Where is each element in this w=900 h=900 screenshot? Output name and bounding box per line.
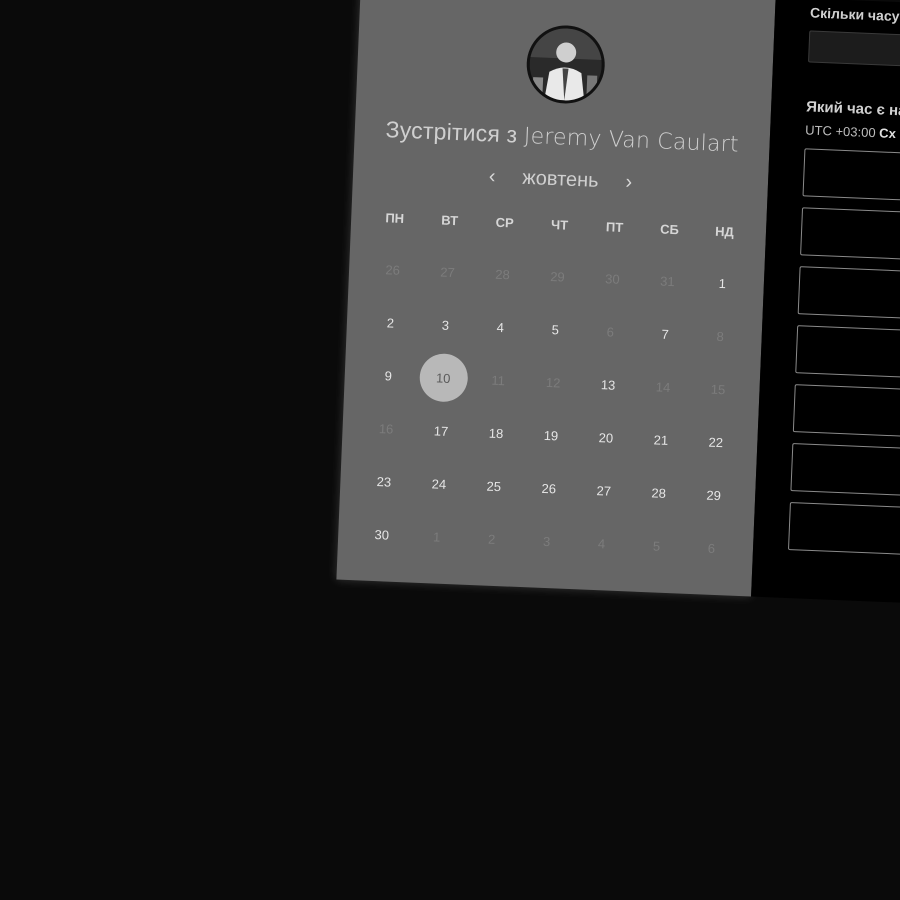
weekday-label: СР xyxy=(495,214,515,231)
time-question: Який час є на xyxy=(805,98,900,120)
calendar-day-number: 1 xyxy=(432,528,441,545)
calendar-day: 5 xyxy=(627,534,684,589)
calendar-day-number: 7 xyxy=(661,326,670,342)
calendar-day-number: 3 xyxy=(441,317,450,333)
weekday-label: СБ xyxy=(659,221,680,238)
timezone-offset: UTC +03:00 xyxy=(804,122,876,141)
time-slot-button[interactable] xyxy=(797,266,900,323)
calendar-day-number: 27 xyxy=(596,482,612,499)
weekday-label: НД xyxy=(714,223,735,240)
calendar-day-number: 30 xyxy=(374,526,390,543)
calendar-day-number: 15 xyxy=(710,381,726,397)
calendar-day-number: 22 xyxy=(708,434,724,450)
calendar-day-number: 13 xyxy=(600,376,616,393)
host-name: Jeremy Van Caulart xyxy=(523,123,740,158)
time-slot-button[interactable] xyxy=(787,502,900,559)
weekday-header: ПН ВТ СР ЧТ ПТ СБ НД xyxy=(367,209,752,240)
time-slot-button[interactable] xyxy=(795,325,900,382)
calendar-day-number: 27 xyxy=(440,264,456,280)
calendar-day-number: 2 xyxy=(487,531,496,547)
month-navigation: ‹ жовтень › xyxy=(353,160,769,200)
avatar-photo-icon xyxy=(528,27,604,102)
calendar-day[interactable]: 30 xyxy=(353,523,410,578)
calendar-day-number: 12 xyxy=(545,374,561,391)
calendar-day: 2 xyxy=(462,528,519,583)
time-slot-list xyxy=(787,148,900,569)
calendar-day-number: 10 xyxy=(418,352,469,403)
calendar-day: 1 xyxy=(408,525,465,580)
calendar-day-number: 29 xyxy=(549,268,566,285)
calendar-day-number: 8 xyxy=(716,328,725,344)
calendar-day-number: 16 xyxy=(378,420,394,437)
calendar-day-number: 26 xyxy=(541,480,557,496)
calendar-day-number: 29 xyxy=(706,487,722,503)
calendar-day: 4 xyxy=(572,532,629,587)
calendar-day-number: 18 xyxy=(488,425,504,441)
calendar-day-number: 25 xyxy=(486,478,502,494)
booking-widget: Зустрітися з Jeremy Van Caulart ‹ жовтен… xyxy=(336,0,900,608)
calendar-day-number: 24 xyxy=(431,475,447,492)
calendar-card: Зустрітися з Jeremy Van Caulart ‹ жовтен… xyxy=(336,0,776,597)
calendar-day-number: 14 xyxy=(655,378,671,395)
calendar-day-number: 9 xyxy=(384,367,393,384)
weekday-label: ПН xyxy=(385,210,405,226)
calendar-day-number: 23 xyxy=(376,473,392,490)
calendar-day-number: 30 xyxy=(604,270,621,287)
page: Зустрітися з Jeremy Van Caulart ‹ жовтен… xyxy=(0,0,900,900)
duration-select[interactable] xyxy=(807,30,900,71)
booking-form: Скільки часу Який час є на UTC +03:00 Сх xyxy=(751,0,900,608)
timezone-name: Сх xyxy=(878,125,897,142)
month-label: жовтень xyxy=(521,166,600,192)
title-prefix: Зустрітися з xyxy=(385,116,518,148)
calendar-day-number: 21 xyxy=(653,431,669,448)
calendar-day-number: 1 xyxy=(718,275,727,291)
calendar-day-number: 19 xyxy=(543,427,559,443)
duration-question: Скільки часу xyxy=(809,4,900,25)
prev-month-icon[interactable]: ‹ xyxy=(484,165,500,189)
time-slot-button[interactable] xyxy=(800,207,900,264)
next-month-icon[interactable]: › xyxy=(621,171,637,195)
calendar-day-number: 4 xyxy=(496,319,505,335)
calendar-day-number: 4 xyxy=(597,535,606,551)
weekday-label: ЧТ xyxy=(550,217,569,233)
weekday-label: ВТ xyxy=(440,212,459,229)
calendar-day-number: 11 xyxy=(491,372,506,388)
calendar-day-number: 26 xyxy=(385,261,401,278)
calendar-day-number: 6 xyxy=(606,323,615,340)
host-avatar xyxy=(525,23,607,106)
calendar-day-number: 5 xyxy=(551,321,560,337)
timezone-label[interactable]: UTC +03:00 Сх xyxy=(805,122,896,141)
page-title: Зустрітися з Jeremy Van Caulart xyxy=(354,115,770,159)
time-slot-button[interactable] xyxy=(802,148,900,205)
time-slot-button[interactable] xyxy=(792,384,900,441)
calendar-day-number: 28 xyxy=(495,266,511,282)
calendar-day-number: 31 xyxy=(659,273,675,289)
calendar-day-number: 3 xyxy=(542,533,551,549)
calendar-day-number: 20 xyxy=(598,429,614,446)
calendar-day-number: 28 xyxy=(651,484,667,501)
calendar-day-number: 2 xyxy=(386,314,395,331)
calendar-day: 6 xyxy=(682,537,739,592)
weekday-label: ПТ xyxy=(605,219,624,235)
calendar-grid: 26 27 28 29 30 31 1 2 3 4 5 6 7 8 9 10 11 12 13 14 15 16 17 18 1… xyxy=(353,258,751,592)
calendar-day: 3 xyxy=(517,530,574,585)
calendar-day-number: 5 xyxy=(652,537,661,554)
calendar-day-number: 6 xyxy=(707,540,716,556)
time-slot-button[interactable] xyxy=(790,443,900,500)
calendar-day-number: 17 xyxy=(433,422,449,439)
